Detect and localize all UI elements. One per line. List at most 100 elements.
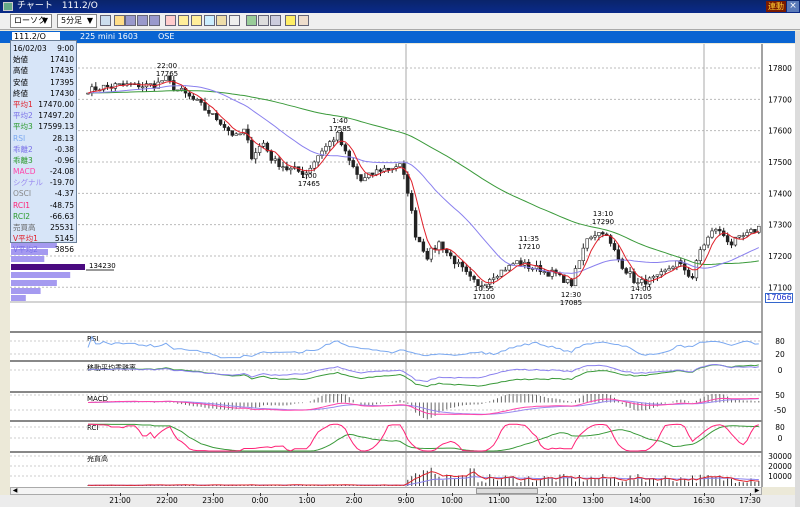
annotation-time: 13:10 [593,210,613,218]
candle [686,269,691,277]
volume-profile-bar [11,288,41,294]
time-tick-label: 10:00 [441,496,463,505]
candle [261,142,266,147]
candle [347,150,351,161]
info-label: MACD [13,167,36,177]
annotation-price: 17765 [156,70,178,78]
candle [105,84,110,88]
info-value: -19.70 [49,178,74,188]
candle [343,144,348,152]
candle [413,210,418,238]
info-row: 売買高 25531 [13,222,74,233]
price-tick-label: 17200 [768,252,792,261]
candle [257,146,262,153]
info-label: OSCI [13,189,32,199]
candle [452,255,457,265]
candle [495,276,500,279]
candle [753,229,757,233]
volume-profile-bar [11,272,71,278]
info-value: 9:00 [57,44,74,53]
scroll-right-icon[interactable]: ▶ [753,488,761,494]
panel-tick-label: 10000 [768,472,792,481]
candle [250,139,254,160]
candle [312,161,316,169]
candle [651,276,656,279]
info-label: 乖離2 [13,144,33,154]
candle [702,244,706,251]
panel-tick-label: 80 [775,423,785,432]
candle [706,236,710,246]
time-tick-label: 2:00 [345,496,363,505]
candle [589,236,593,240]
candle [460,261,465,268]
candle [215,113,219,120]
info-label: V平均1 [13,234,38,244]
annotation-time: 22:00 [157,62,177,70]
time-tick-label: 11:00 [488,496,510,505]
info-value: -0.96 [54,155,74,165]
info-label: 売買高 [13,223,36,232]
candle [542,271,547,273]
info-row: シグナル -19.70 [13,177,74,188]
scroll-thumb[interactable] [476,488,538,494]
candle [195,99,199,101]
info-row: RSI 28.13 [13,133,74,144]
candle [281,166,285,168]
panel-title-3: RCI [87,424,98,432]
candle [254,152,258,160]
candle [370,172,375,175]
info-row: 平均2 17497.20 [13,110,74,121]
candle [616,249,621,260]
info-value: 17435 [50,66,74,76]
candle [718,229,722,232]
info-value: -48.75 [49,200,74,210]
candle [203,102,207,111]
info-label: V平均2 [13,245,38,255]
candle [636,282,640,284]
volume-profile-max-label: 134230 [89,262,116,270]
candle [160,80,164,83]
time-axis: 21:00 22:00 23:00 0:00 1:00 2:00 9:00 10:00 11:0… [0,493,795,507]
info-label: 平均1 [13,99,33,109]
candle [675,260,679,268]
candle [191,95,195,100]
candle [710,230,714,238]
candle [667,268,671,271]
info-label: 高値 [13,66,28,76]
horizontal-scrollbar[interactable]: ◀ ▶ [10,487,762,495]
info-row: 終値 17430 [13,88,74,99]
chart-canvas[interactable]: 13423022:00177651:40175851:001746510:551… [0,0,800,507]
info-row: RCI2 -66.63 [13,211,74,222]
candle [406,174,410,194]
annotation-price: 17290 [592,218,614,226]
candle [597,232,601,236]
candle [546,271,550,277]
info-label: 安値 [13,77,28,87]
candle [140,86,145,89]
time-tick-label: 21:00 [109,496,131,505]
time-tick [704,493,705,496]
candle [464,266,468,272]
candle [491,277,496,280]
annotation-time: 10:55 [474,285,494,293]
candle [737,235,742,238]
candle [269,150,273,161]
time-tick-label: 12:00 [535,496,557,505]
ohlc-info-panel: 16/02/03 9:00 始値 17410 高値 17435 安値 17395 終値 17430… [10,40,77,254]
time-tick [260,493,261,496]
candle [745,232,749,236]
info-row: 平均1 17470.00 [13,99,74,110]
info-label: RCI1 [13,200,31,210]
time-tick [593,493,594,496]
time-tick-label: 16:30 [693,496,715,505]
panel-tick-label: 20 [775,350,785,359]
info-value: 17497.20 [38,111,74,121]
info-row: 始値 17410 [13,54,74,65]
time-tick-label: 23:00 [202,496,224,505]
candle [179,88,184,91]
scroll-left-icon[interactable]: ◀ [11,488,19,494]
candle [487,279,492,285]
annotation-price: 17105 [630,293,652,301]
candle [331,139,336,142]
info-row: 平均3 17599.13 [13,121,74,132]
